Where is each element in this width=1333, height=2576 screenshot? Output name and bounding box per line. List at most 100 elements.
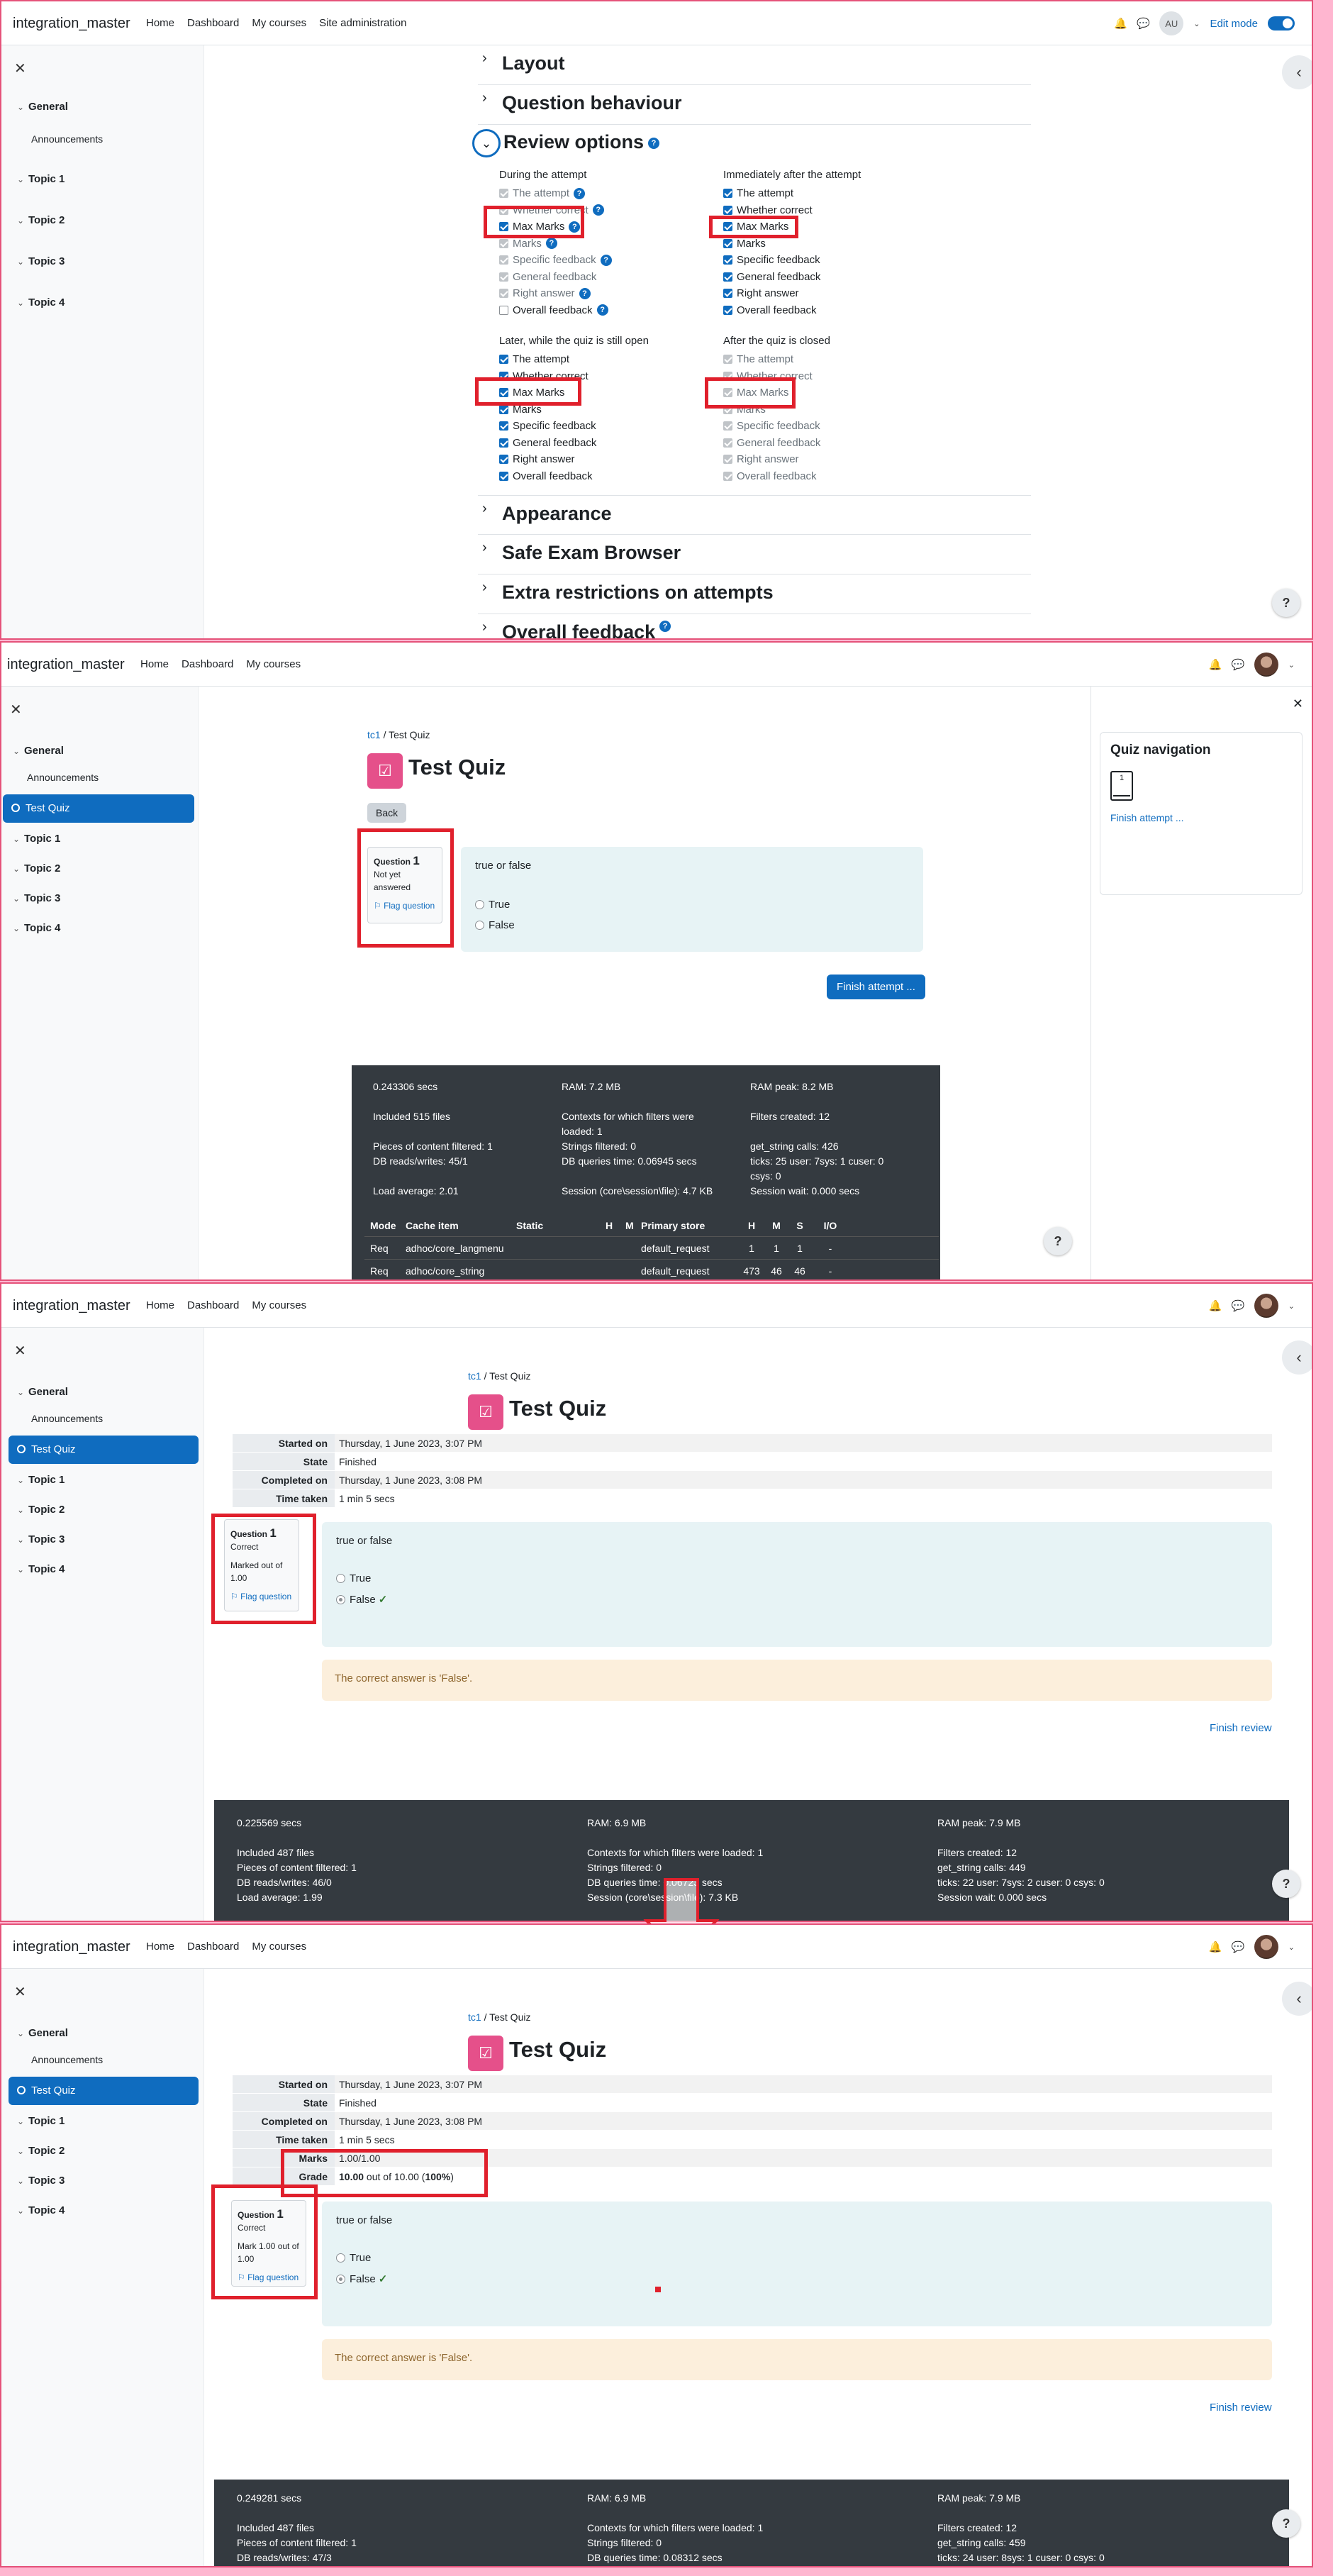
chevron-down-icon[interactable]: ⌄ xyxy=(472,129,501,157)
drawer-section-topic-1[interactable]: ⌄ Topic 1 xyxy=(13,833,60,845)
back-button[interactable]: Back xyxy=(367,803,407,823)
section-extra-restrictions[interactable]: › Extra restrictions on attempts xyxy=(478,574,1031,614)
chat-icon[interactable]: 💬 xyxy=(1232,1299,1245,1312)
chat-icon[interactable]: 💬 xyxy=(1232,658,1245,671)
drawer-item-announcements[interactable]: Announcements xyxy=(27,772,99,783)
chevron-down-icon[interactable]: ⌄ xyxy=(17,174,28,184)
chevron-down-icon[interactable]: ⌄ xyxy=(17,1565,28,1575)
chevron-down-icon[interactable]: ⌄ xyxy=(17,2176,28,2186)
help-icon[interactable]: ? xyxy=(1272,2509,1300,2538)
review-option[interactable]: Right answer xyxy=(499,451,649,468)
breadcrumb-course[interactable]: tc1 xyxy=(468,2011,481,2023)
help-icon[interactable]: ? xyxy=(600,254,612,266)
drawer-item-announcements[interactable]: Announcements xyxy=(31,133,103,145)
chat-icon[interactable]: 💬 xyxy=(1137,17,1150,30)
help-icon[interactable]: ? xyxy=(1272,1870,1300,1898)
checkbox[interactable] xyxy=(723,272,732,282)
bell-icon[interactable]: 🔔 xyxy=(1209,658,1222,671)
section-appearance[interactable]: › Appearance xyxy=(478,495,1031,535)
breadcrumb-course[interactable]: tc1 xyxy=(468,1370,481,1382)
drawer-item-announcements[interactable]: Announcements xyxy=(31,1413,103,1424)
chevron-down-icon[interactable]: ⌄ xyxy=(13,746,24,756)
chevron-down-icon[interactable]: ⌄ xyxy=(17,2116,28,2126)
finish-attempt-link[interactable]: Finish attempt ... xyxy=(1110,812,1292,823)
chevron-down-icon[interactable]: ⌄ xyxy=(17,2206,28,2216)
nav-my-courses[interactable]: My courses xyxy=(246,658,301,670)
drawer-section-topic-3[interactable]: ⌄ Topic 3 xyxy=(17,1533,65,1545)
close-icon[interactable]: ✕ xyxy=(1293,696,1303,711)
chevron-down-icon[interactable]: ⌄ xyxy=(17,2146,28,2156)
chevron-down-icon[interactable]: ⌄ xyxy=(13,864,24,874)
drawer-section-topic-1[interactable]: ⌄ Topic 1 xyxy=(17,1474,65,1486)
checkbox[interactable] xyxy=(499,305,508,315)
breadcrumb-course[interactable]: tc1 xyxy=(367,729,381,740)
option-true[interactable]: True xyxy=(475,899,909,911)
checkbox[interactable] xyxy=(499,421,508,431)
section-layout[interactable]: › Layout xyxy=(478,45,1031,85)
finish-review-link[interactable]: Finish review xyxy=(1210,1722,1272,1734)
section-review-options[interactable]: ⌄ Review options? xyxy=(472,129,660,157)
nav-home[interactable]: Home xyxy=(140,658,169,670)
nav-home[interactable]: Home xyxy=(146,1941,174,1953)
review-option[interactable]: Specific feedback? xyxy=(499,252,612,269)
review-option[interactable]: Overall feedback xyxy=(723,468,830,485)
drawer-section-topic-1[interactable]: ⌄ Topic 1 xyxy=(17,173,65,185)
chevron-down-icon[interactable]: ⌄ xyxy=(1193,19,1200,28)
open-block-drawer-button[interactable]: ‹ xyxy=(1282,55,1312,89)
chevron-down-icon[interactable]: ⌄ xyxy=(17,257,28,267)
checkbox[interactable] xyxy=(499,455,508,465)
checkbox[interactable] xyxy=(499,438,508,448)
checkbox[interactable] xyxy=(723,189,732,199)
close-icon[interactable]: ✕ xyxy=(14,1342,26,1360)
checkbox[interactable] xyxy=(499,355,508,365)
nav-home[interactable]: Home xyxy=(146,17,174,29)
bell-icon[interactable]: 🔔 xyxy=(1209,1941,1222,1953)
chevron-down-icon[interactable]: ⌄ xyxy=(13,834,24,844)
checkbox[interactable] xyxy=(723,255,732,265)
chevron-down-icon[interactable]: ⌄ xyxy=(17,298,28,308)
help-icon[interactable]: ? xyxy=(659,620,671,632)
site-brand[interactable]: integration_master xyxy=(13,1939,130,1955)
drawer-item-test-quiz[interactable]: Test Quiz xyxy=(3,794,194,823)
review-option[interactable]: Overall feedback xyxy=(723,302,861,319)
drawer-section-topic-4[interactable]: ⌄ Topic 4 xyxy=(13,922,60,934)
nav-dashboard[interactable]: Dashboard xyxy=(187,1941,239,1953)
nav-dashboard[interactable]: Dashboard xyxy=(187,1299,239,1311)
drawer-section-topic-4[interactable]: ⌄ Topic 4 xyxy=(17,2204,65,2216)
avatar[interactable] xyxy=(1254,1294,1278,1318)
review-option[interactable]: General feedback xyxy=(499,269,612,286)
drawer-section-topic-2[interactable]: ⌄ Topic 2 xyxy=(17,1504,65,1516)
review-option[interactable]: Specific feedback xyxy=(723,418,830,435)
nav-dashboard[interactable]: Dashboard xyxy=(187,17,239,29)
close-icon[interactable]: ✕ xyxy=(14,1983,26,2001)
review-option[interactable]: The attempt? xyxy=(499,185,612,202)
review-option[interactable]: Specific feedback xyxy=(723,252,861,269)
review-option[interactable]: The attempt xyxy=(723,351,830,368)
edit-mode-toggle[interactable] xyxy=(1268,16,1295,30)
review-option[interactable]: Overall feedback xyxy=(499,468,649,485)
help-icon[interactable]: ? xyxy=(592,204,604,216)
checkbox[interactable] xyxy=(723,238,732,248)
help-icon[interactable]: ? xyxy=(1044,1227,1072,1255)
drawer-section-topic-2[interactable]: ⌄ Topic 2 xyxy=(13,862,60,875)
radio-true[interactable] xyxy=(475,900,484,909)
review-option[interactable]: Overall feedback? xyxy=(499,302,612,319)
section-overall-feedback[interactable]: › Overall feedback? xyxy=(478,614,1031,638)
drawer-section-general[interactable]: ⌄ General xyxy=(13,745,64,757)
chevron-down-icon[interactable]: ⌄ xyxy=(1288,1943,1295,1952)
checkbox[interactable] xyxy=(499,471,508,481)
close-icon[interactable]: ✕ xyxy=(14,60,26,77)
nav-my-courses[interactable]: My courses xyxy=(252,1299,306,1311)
chat-icon[interactable]: 💬 xyxy=(1232,1941,1245,1953)
drawer-section-topic-4[interactable]: ⌄ Topic 4 xyxy=(17,296,65,309)
section-question-behaviour[interactable]: › Question behaviour xyxy=(478,85,1031,125)
question-nav-button[interactable]: 1 xyxy=(1110,771,1133,801)
review-option[interactable]: Right answer xyxy=(723,285,861,302)
drawer-item-test-quiz[interactable]: Test Quiz xyxy=(9,1436,199,1464)
review-option[interactable]: General feedback xyxy=(723,269,861,286)
drawer-section-general[interactable]: ⌄ General xyxy=(17,2027,68,2039)
avatar[interactable] xyxy=(1254,653,1278,677)
checkbox[interactable] xyxy=(723,205,732,215)
drawer-section-general[interactable]: ⌄ General xyxy=(17,101,68,113)
drawer-section-topic-4[interactable]: ⌄ Topic 4 xyxy=(17,1563,65,1575)
